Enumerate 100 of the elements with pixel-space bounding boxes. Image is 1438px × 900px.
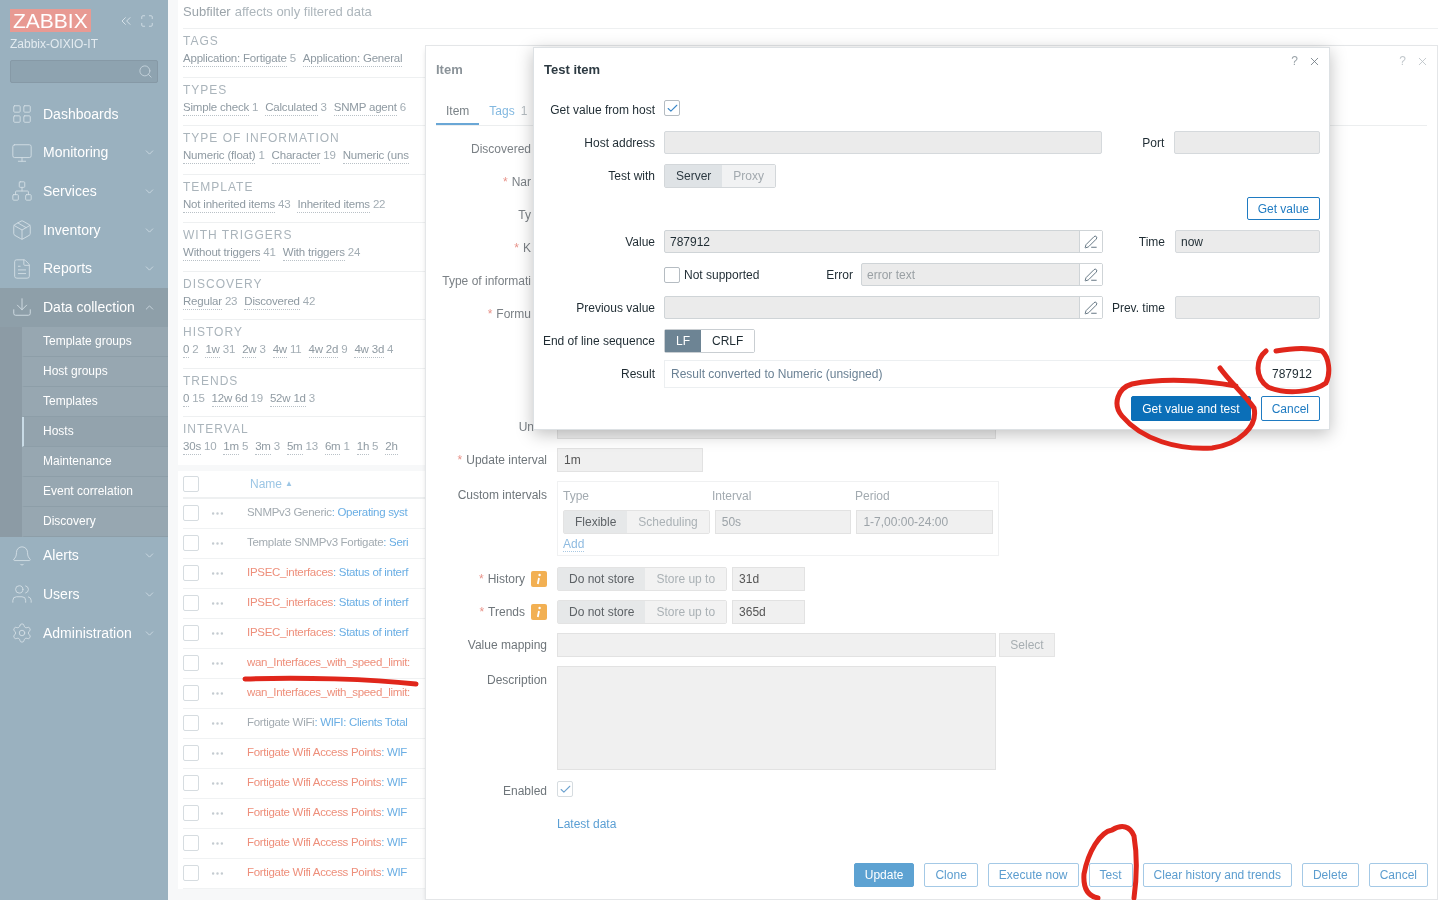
interval-field[interactable]: 50s (714, 510, 852, 534)
period-field[interactable]: 365d (732, 599, 806, 624)
menu-item[interactable]: Alerts (0, 536, 168, 576)
filter-link[interactable]: Numeric (uns (342, 147, 409, 164)
period-field[interactable]: 31d (732, 566, 806, 591)
error-field[interactable]: error text (861, 263, 1103, 286)
filter-link[interactable]: 1m (223, 438, 239, 455)
menu-item[interactable]: Monitoring (0, 133, 168, 173)
filter-link[interactable]: 0 (183, 389, 190, 407)
host-address-field[interactable] (664, 131, 1103, 154)
segment-option[interactable]: Do not store (558, 567, 646, 590)
time-field[interactable]: now (1175, 230, 1320, 253)
item-link[interactable]: : Status of interf (332, 624, 409, 642)
filter-link[interactable]: Without triggers (183, 244, 261, 261)
item-link[interactable]: : WIF (381, 804, 408, 822)
help-icon[interactable]: ? (1399, 52, 1406, 70)
info-icon[interactable] (531, 570, 547, 587)
checkbox[interactable] (183, 505, 199, 521)
item-link[interactable]: : Seri (383, 534, 409, 552)
add-link[interactable]: Add (563, 537, 585, 552)
item-link[interactable]: : WIF (381, 834, 408, 852)
segment-option[interactable]: LF (665, 329, 701, 352)
filter-link[interactable]: Calculated (265, 98, 318, 116)
prev-time-field[interactable] (1175, 296, 1320, 319)
update-interval-field[interactable]: 1m (557, 447, 703, 472)
menu-item[interactable]: Data collection (0, 287, 168, 327)
filter-link[interactable]: With triggers (282, 244, 345, 261)
help-icon[interactable]: ? (1291, 52, 1298, 70)
logo[interactable]: ZABBIX (10, 9, 91, 32)
edit-button[interactable] (1079, 297, 1102, 318)
filter-link[interactable]: 4w 2d (308, 341, 339, 358)
search-field[interactable] (10, 60, 158, 83)
dialog-button[interactable]: Cancel (1260, 396, 1320, 421)
filter-link[interactable]: Inherited items (297, 195, 370, 213)
filter-link[interactable]: 30s (183, 438, 201, 455)
description-field[interactable] (557, 666, 996, 770)
checkbox[interactable] (183, 835, 199, 851)
menu-item[interactable]: Dashboards (0, 95, 168, 134)
enabled-checkbox[interactable] (557, 781, 573, 797)
edit-button[interactable] (1079, 264, 1102, 285)
submenu-item[interactable]: Hosts (22, 416, 168, 447)
item-link[interactable]: : Status of interf (332, 564, 409, 582)
checkbox[interactable] (183, 475, 199, 492)
get-value-button[interactable]: Get value (1246, 197, 1320, 220)
checkbox[interactable] (183, 535, 199, 551)
dialog-button[interactable]: Get value and test (1131, 396, 1251, 421)
item-link[interactable]: : WIF (381, 864, 408, 882)
checkbox[interactable] (664, 266, 680, 283)
item-link[interactable]: : Status of interf (332, 594, 409, 612)
filter-link[interactable]: Application: Fortigate (183, 50, 287, 67)
action-button[interactable]: Update (853, 863, 915, 887)
menu-item[interactable]: Administration (0, 613, 168, 653)
filter-link[interactable]: 4w 3d (354, 341, 385, 358)
checkbox[interactable] (183, 595, 199, 611)
filter-link[interactable]: 1h (356, 438, 370, 455)
checkbox[interactable] (183, 775, 199, 791)
host-link[interactable]: wan_Interfaces_with_speed_limit: (247, 684, 410, 702)
filter-link[interactable]: 4w (272, 341, 287, 358)
menu-item[interactable]: Users (0, 575, 168, 614)
latest-data-link[interactable]: Latest data (557, 814, 617, 833)
filter-link[interactable]: Application: General (302, 50, 403, 67)
host-link[interactable]: SNMPv3 Generic (247, 504, 332, 522)
checkbox[interactable] (183, 715, 199, 731)
filter-link[interactable]: Not inherited items (183, 195, 276, 213)
filter-link[interactable]: Simple check (183, 98, 249, 116)
item-link[interactable]: : Operating syst (331, 504, 408, 522)
action-button[interactable]: Delete (1301, 863, 1359, 887)
host-link[interactable]: IPSEC_interfaces (247, 624, 333, 642)
checkbox[interactable] (183, 565, 199, 581)
filter-link[interactable]: 52w 1d (269, 389, 306, 407)
segment-option[interactable]: Flexible (564, 511, 628, 533)
checkbox[interactable] (183, 745, 199, 761)
host-link[interactable]: wan_Interfaces_with_speed_limit: (247, 654, 410, 672)
checkbox[interactable] (664, 100, 680, 116)
action-button[interactable]: Cancel (1368, 863, 1428, 887)
filter-link[interactable]: Regular (183, 292, 222, 310)
checkbox[interactable] (183, 655, 199, 671)
filter-link[interactable]: 0 (183, 341, 190, 358)
previous-value-field[interactable] (664, 296, 1103, 319)
filter-link[interactable]: 6m (324, 438, 341, 455)
action-button[interactable]: Execute now (987, 863, 1079, 887)
info-icon[interactable] (531, 603, 547, 620)
segment-option[interactable]: Store up to (645, 600, 727, 623)
host-link[interactable]: IPSEC_interfaces (247, 564, 333, 582)
filter-link[interactable]: Numeric (float) (183, 147, 256, 164)
fullscreen-icon[interactable] (140, 13, 154, 28)
checkbox[interactable] (183, 805, 199, 821)
action-button[interactable]: Clone (924, 863, 978, 887)
value-mapping-field[interactable] (557, 632, 996, 657)
menu-item[interactable]: Services (0, 172, 168, 211)
checkbox[interactable] (183, 685, 199, 701)
filter-link[interactable]: 5m (286, 438, 303, 455)
checkbox[interactable] (183, 865, 199, 881)
menu-item[interactable]: Inventory (0, 210, 168, 250)
action-button[interactable]: Clear history and trends (1142, 863, 1292, 887)
tab[interactable]: Item (436, 98, 480, 125)
filter-link[interactable]: 3m (255, 438, 271, 455)
segment-option[interactable]: Proxy (722, 164, 776, 187)
host-link[interactable]: IPSEC_interfaces (247, 594, 333, 612)
segment-option[interactable]: Server (665, 164, 723, 187)
